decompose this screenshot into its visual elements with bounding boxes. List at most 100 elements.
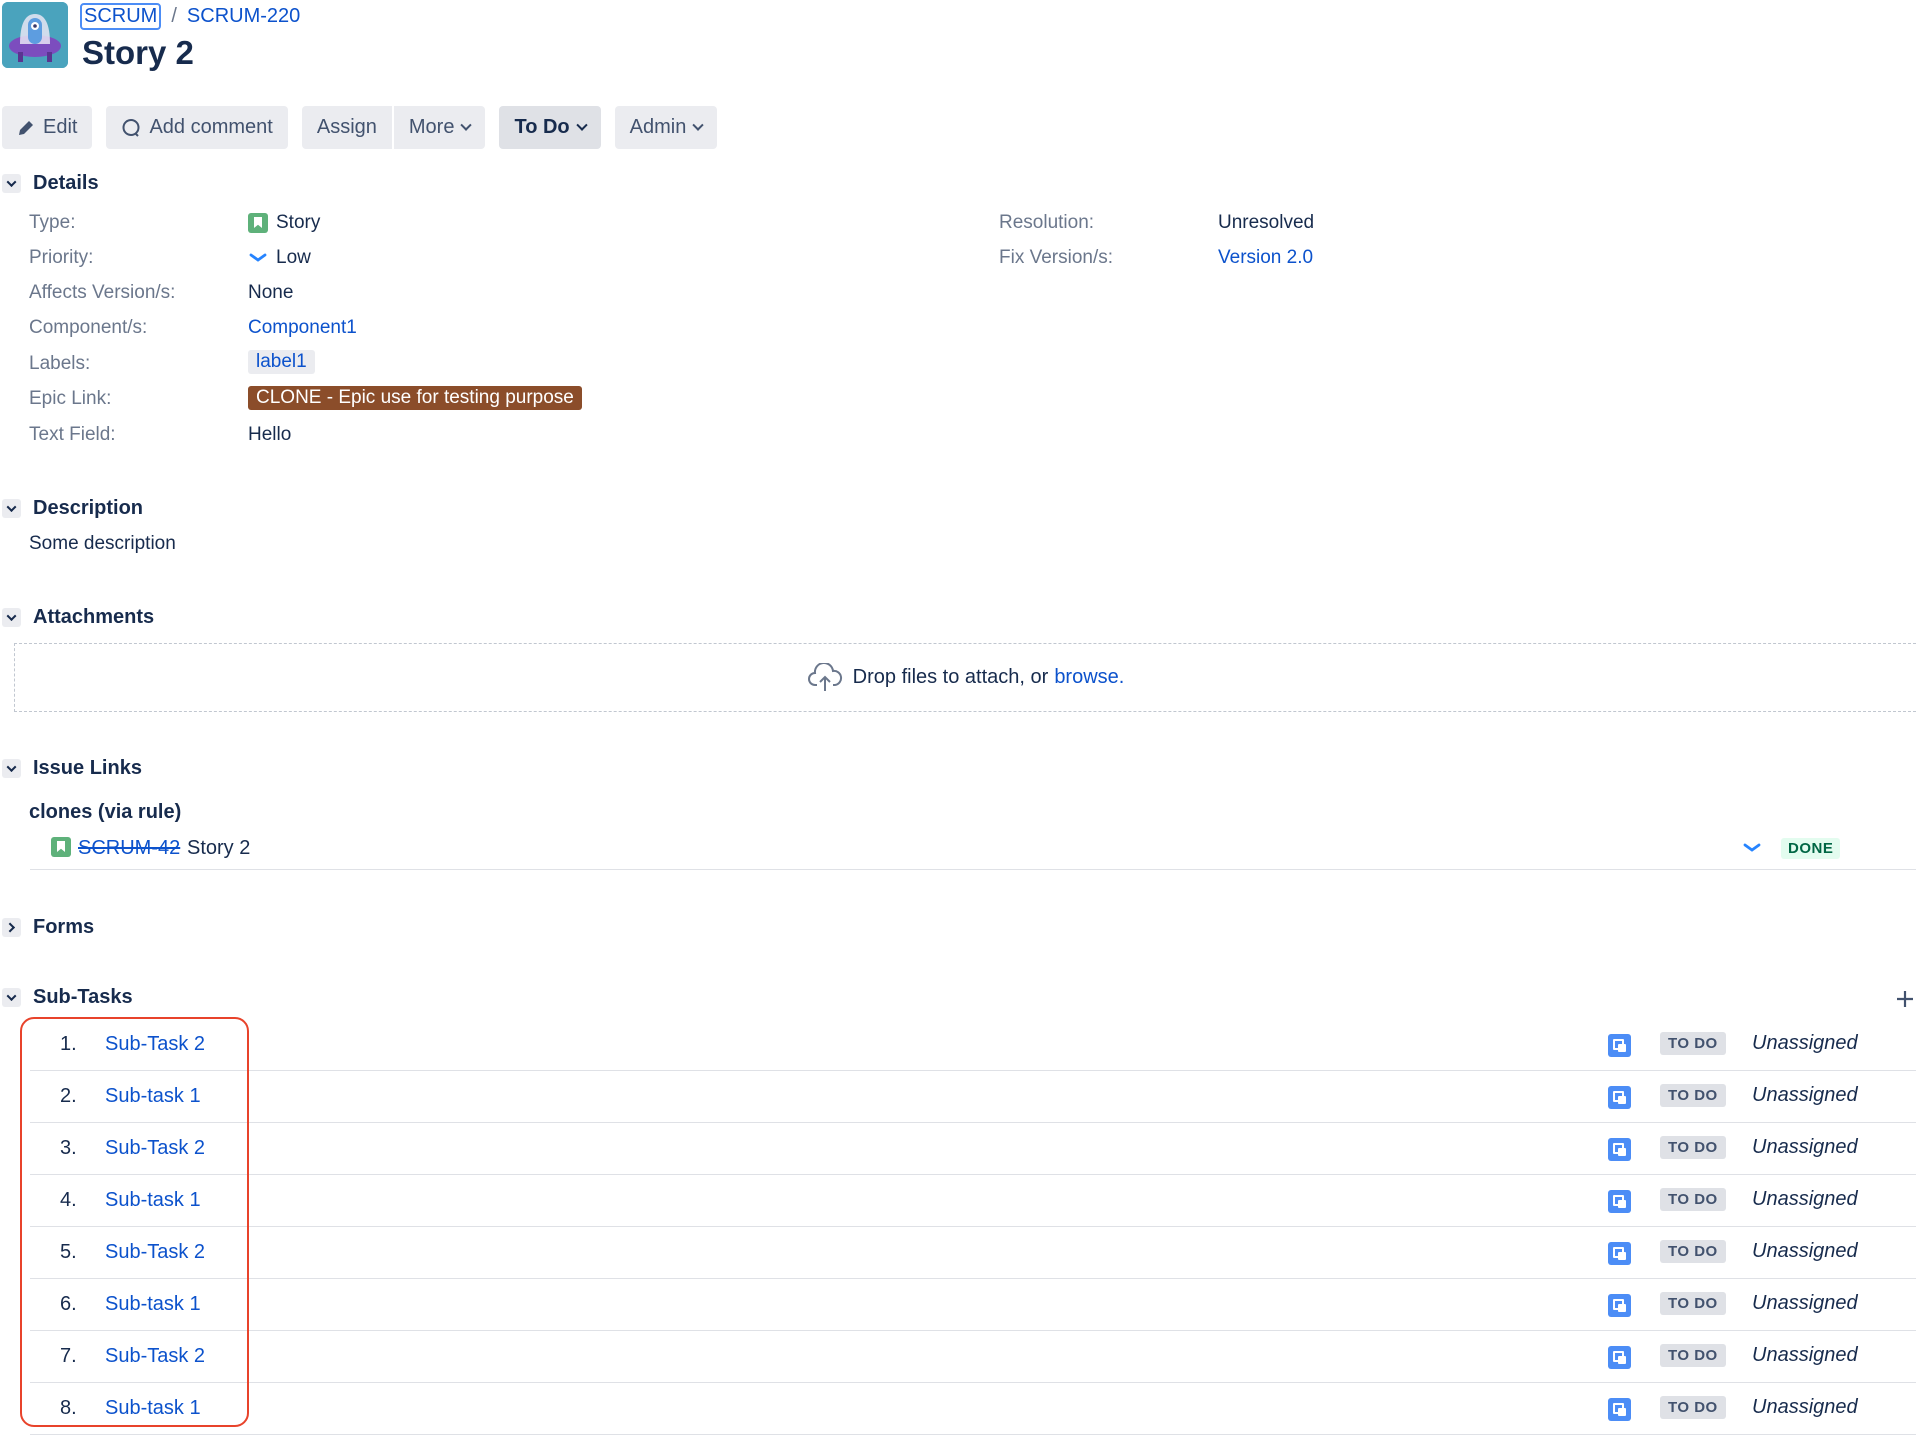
subtask-link[interactable]: Sub-task 1: [105, 1085, 201, 1108]
subtask-assignee[interactable]: Unassigned: [1752, 1344, 1858, 1367]
type-value: Story: [248, 212, 320, 234]
subtask-assignee[interactable]: Unassigned: [1752, 1240, 1858, 1263]
subtask-type-icon: [1608, 1294, 1631, 1317]
subtask-status-badge[interactable]: TO DO: [1660, 1084, 1726, 1107]
forms-section-header: Forms: [2, 916, 94, 939]
issue-link-row: SCRUM-42 Story 2 DONE: [30, 832, 1916, 870]
type-value-text: Story: [276, 212, 321, 233]
details-heading: Details: [33, 172, 99, 194]
subtask-status-badge[interactable]: TO DO: [1660, 1188, 1726, 1211]
attachment-dropzone[interactable]: Drop files to attach, or browse.: [14, 643, 1916, 712]
component-link[interactable]: Component1: [248, 317, 357, 339]
subtask-type-icon: [1608, 1034, 1631, 1057]
priority-low-icon: [249, 253, 267, 262]
subtask-status-badge[interactable]: TO DO: [1660, 1344, 1726, 1367]
add-comment-button-label: Add comment: [149, 116, 273, 138]
status-dropdown[interactable]: To Do: [499, 106, 601, 149]
subtask-status-badge[interactable]: TO DO: [1660, 1396, 1726, 1419]
subtask-assignee[interactable]: Unassigned: [1752, 1032, 1858, 1055]
subtasks-toggle[interactable]: [2, 988, 21, 1007]
subtask-type-icon: [1608, 1346, 1631, 1369]
subtask-link[interactable]: Sub-task 1: [105, 1189, 201, 1212]
chevron-down-icon: [460, 119, 473, 131]
subtask-number: 7.: [60, 1345, 77, 1367]
chevron-down-icon: [6, 991, 17, 1002]
edit-button[interactable]: Edit: [2, 106, 93, 149]
subtask-link[interactable]: Sub-task 1: [105, 1397, 201, 1420]
subtask-link[interactable]: Sub-task 1: [105, 1293, 201, 1316]
subtask-row[interactable]: 4. Sub-task 1 TO DO Unassigned: [30, 1175, 1916, 1227]
subtask-status-badge[interactable]: TO DO: [1660, 1136, 1726, 1159]
subtask-assignee[interactable]: Unassigned: [1752, 1292, 1858, 1315]
description-toggle[interactable]: [2, 499, 21, 518]
chevron-down-icon: [6, 502, 17, 513]
story-icon: [248, 213, 268, 233]
subtask-number: 8.: [60, 1397, 77, 1419]
chevron-right-icon: [5, 922, 16, 933]
attachments-section-header: Attachments: [2, 606, 154, 629]
plus-icon[interactable]: [1896, 990, 1914, 1008]
labels-value: label1: [248, 350, 315, 374]
assign-button[interactable]: Assign: [301, 106, 392, 149]
details-toggle[interactable]: [2, 174, 21, 193]
subtask-row[interactable]: 5. Sub-Task 2 TO DO Unassigned: [30, 1227, 1916, 1279]
fix-version-link[interactable]: Version 2.0: [1218, 247, 1313, 269]
subtask-assignee[interactable]: Unassigned: [1752, 1136, 1858, 1159]
subtask-row[interactable]: 8. Sub-task 1 TO DO Unassigned: [30, 1383, 1916, 1435]
subtask-row[interactable]: 1. Sub-Task 2 TO DO Unassigned: [30, 1019, 1916, 1071]
more-dropdown-label: More: [408, 116, 455, 138]
text-field-value: Hello: [248, 424, 292, 445]
chevron-down-icon: [575, 119, 588, 131]
subtask-assignee[interactable]: Unassigned: [1752, 1396, 1858, 1419]
breadcrumb-project-link[interactable]: SCRUM: [80, 3, 162, 30]
priority-value-text: Low: [276, 247, 311, 268]
issue-title[interactable]: Story 2: [82, 34, 194, 72]
breadcrumb: SCRUM / SCRUM-220: [80, 3, 300, 30]
subtask-row[interactable]: 3. Sub-Task 2 TO DO Unassigned: [30, 1123, 1916, 1175]
label-chip[interactable]: label1: [248, 350, 315, 374]
subtask-number: 3.: [60, 1137, 77, 1159]
subtask-row[interactable]: 7. Sub-Task 2 TO DO Unassigned: [30, 1331, 1916, 1383]
subtask-type-icon: [1608, 1242, 1631, 1265]
add-comment-button[interactable]: Add comment: [106, 106, 288, 149]
assign-button-label: Assign: [316, 116, 377, 138]
subtask-link[interactable]: Sub-Task 2: [105, 1033, 205, 1056]
status-dropdown-label: To Do: [514, 116, 570, 138]
resolution-value: Unresolved: [1218, 212, 1315, 233]
admin-dropdown[interactable]: Admin: [614, 106, 718, 149]
subtask-link[interactable]: Sub-Task 2: [105, 1345, 205, 1368]
issue-links-toggle[interactable]: [2, 759, 21, 778]
subtask-link[interactable]: Sub-Task 2: [105, 1137, 205, 1160]
description-text[interactable]: Some description: [29, 533, 176, 555]
subtask-row[interactable]: 6. Sub-task 1 TO DO Unassigned: [30, 1279, 1916, 1331]
project-avatar[interactable]: [2, 2, 68, 68]
subtask-type-icon: [1608, 1190, 1631, 1213]
chevron-down-icon: [6, 762, 17, 773]
details-section-header: Details: [2, 172, 99, 195]
subtask-assignee[interactable]: Unassigned: [1752, 1188, 1858, 1211]
subtask-status-badge[interactable]: TO DO: [1660, 1292, 1726, 1315]
attachments-toggle[interactable]: [2, 608, 21, 627]
subtask-type-icon: [1608, 1138, 1631, 1161]
drop-files-text: Drop files to attach, or: [852, 666, 1049, 688]
fix-versions-label: Fix Version/s:: [999, 247, 1114, 268]
more-dropdown[interactable]: More: [393, 106, 486, 149]
browse-link[interactable]: browse.: [1054, 666, 1124, 689]
labels-label: Labels:: [29, 353, 91, 374]
epic-link-value: CLONE - Epic use for testing purpose: [248, 386, 582, 410]
linked-issue-key[interactable]: SCRUM-42: [78, 837, 180, 860]
breadcrumb-issue-link[interactable]: SCRUM-220: [187, 5, 300, 28]
epic-link-chip[interactable]: CLONE - Epic use for testing purpose: [248, 386, 582, 410]
forms-toggle[interactable]: [2, 918, 21, 937]
epic-link-label: Epic Link:: [29, 388, 112, 409]
subtask-row[interactable]: 2. Sub-task 1 TO DO Unassigned: [30, 1071, 1916, 1123]
subtask-link[interactable]: Sub-Task 2: [105, 1241, 205, 1264]
affects-versions-label: Affects Version/s:: [29, 282, 176, 303]
issue-links-section-header: Issue Links: [2, 757, 142, 780]
subtask-status-badge[interactable]: TO DO: [1660, 1240, 1726, 1263]
resolution-label: Resolution:: [999, 212, 1095, 233]
subtask-status-badge[interactable]: TO DO: [1660, 1032, 1726, 1055]
subtask-assignee[interactable]: Unassigned: [1752, 1084, 1858, 1107]
priority-label: Priority:: [29, 247, 94, 268]
subtask-number: 1.: [60, 1033, 77, 1055]
